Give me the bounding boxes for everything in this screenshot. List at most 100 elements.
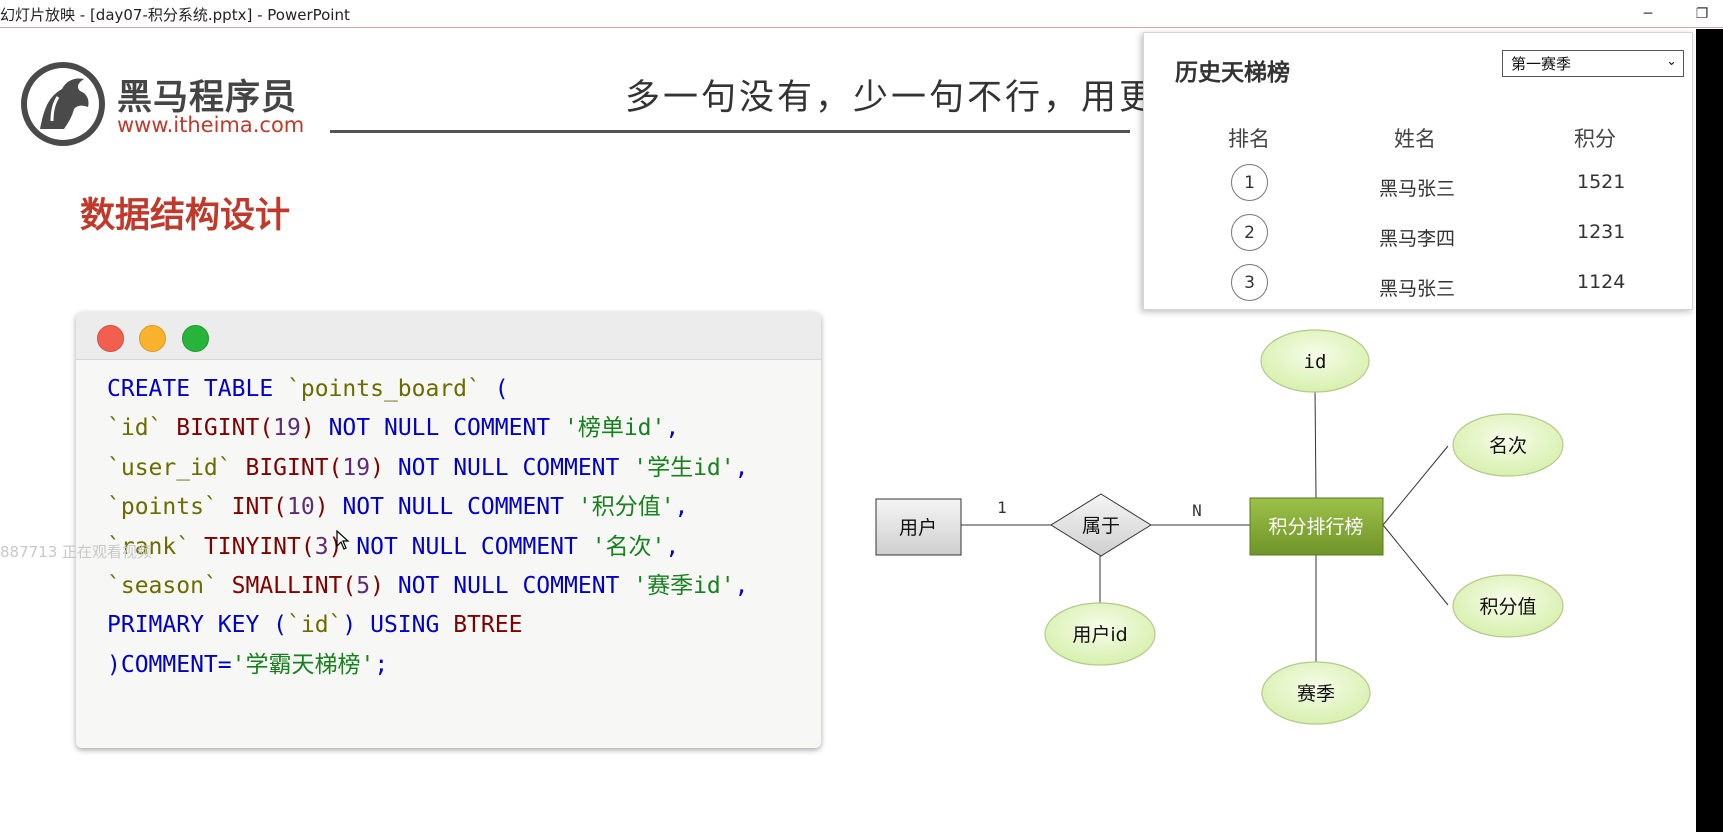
code-token: CREATE TABLE [107,376,288,402]
code-token: `season` [107,573,218,600]
code-line: `season` SMALLINT(5) NOT NULL COMMENT '赛… [107,567,748,606]
code-token: , [734,454,749,481]
chevron-down-icon: ⌄ [1666,54,1677,69]
code-token: PRIMARY KEY ( [107,612,288,639]
code-token: `user_id` [107,454,232,481]
minimize-button[interactable]: ─ [1626,0,1670,27]
er-entity-points-board: 积分排行榜 [1249,497,1384,556]
slogan: 多一句没有，少一句不行，用更 [625,78,1158,118]
season-select[interactable]: 第一赛季 ⌄ [1502,50,1684,77]
minimize-dot-icon [139,325,166,352]
code-line: PRIMARY KEY (`id`) USING BTREE [107,606,748,645]
code-token: '学生id' [633,454,735,481]
logo-horse-icon [21,62,105,146]
viewer-watermark: 887713 正在观看视频 [0,543,153,561]
code-token: BTREE [453,612,523,639]
code-line: )COMMENT='学霸天梯榜'; [107,646,748,685]
code-token: '名次' [591,533,666,560]
er-entity-user: 用户 [875,498,962,556]
code-token: )COMMENT= [107,651,232,678]
mouse-cursor-icon [336,530,350,550]
code-line: `points` INT(10) NOT NULL COMMENT '积分值', [107,488,748,527]
er-cardinality-left: 1 [997,498,1007,517]
er-attr-user-id-label: 用户id [1072,624,1127,646]
code-token: INT( [217,494,288,521]
window-title: 幻灯片放映 - [day07-积分系统.pptx] - PowerPoint [0,6,350,24]
code-line: CREATE TABLE `points_board` ( [107,370,748,409]
rank-badge: 1 [1231,164,1268,201]
code-token: ) [370,573,384,600]
row-points: 1231 [1577,221,1626,243]
slide-canvas[interactable]: 黑马程序员 www.itheima.com 多一句没有，少一句不行，用更 数据结… [0,29,1696,832]
column-header-points: 积分 [1574,127,1616,151]
header-divider [330,130,1130,133]
code-token: 19 [342,454,371,481]
code-token: , [665,533,680,560]
column-header-rank: 排名 [1228,127,1270,151]
code-token: ( [480,376,509,402]
er-diagram: 用户 属于 1 N 积分排行榜 id 名次 积分值 赛季 用户id [875,329,1564,725]
window-titlebar: 幻灯片放映 - [day07-积分系统.pptx] - PowerPoint ─… [0,0,1723,28]
code-token: 5 [356,573,371,600]
er-attr-id: id [1260,329,1370,393]
code-token: ) [300,415,315,442]
er-cardinality-right: N [1192,501,1202,520]
code-token: NOT NULL COMMENT [383,454,634,481]
er-attr-rank: 名次 [1452,413,1564,477]
code-line: `rank` TINYINT(3) NOT NULL COMMENT '名次', [107,528,748,567]
code-line: `id` BIGINT(19) NOT NULL COMMENT '榜单id', [107,409,748,448]
sql-code: CREATE TABLE `points_board` (`id` BIGINT… [107,370,748,685]
maximize-dot-icon [182,325,209,352]
er-attr-points: 积分值 [1452,574,1564,638]
code-token: NOT NULL COMMENT [314,415,564,442]
restore-icon: ❐ [1695,5,1709,22]
code-token: `points` [107,494,218,521]
code-token: TINYINT( [190,533,315,560]
rank-badge: 3 [1231,264,1268,301]
close-dot-icon [97,325,124,352]
code-token: '榜单id' [563,415,666,442]
er-attr-id-label: id [1304,351,1327,373]
row-points: 1124 [1577,271,1626,293]
row-name: 黑马张三 [1379,278,1456,300]
code-token: 3 [314,533,329,560]
code-token: , [674,494,689,521]
column-header-name: 姓名 [1394,127,1436,151]
code-token: BIGINT( [162,415,274,442]
logo-url: www.itheima.com [117,113,305,137]
leaderboard-title: 历史天梯榜 [1175,60,1290,86]
code-token: 10 [287,494,315,521]
code-token: NOT NULL COMMENT [328,494,578,521]
powerpoint-window: 幻灯片放映 - [day07-积分系统.pptx] - PowerPoint ─… [0,0,1723,832]
code-token: `id` [107,415,163,442]
code-token: '赛季id' [633,573,735,600]
rank-badge: 2 [1231,214,1268,251]
code-window: CREATE TABLE `points_board` (`id` BIGINT… [76,312,821,748]
row-name: 黑马张三 [1379,178,1456,200]
code-token: `points_board` [287,376,481,402]
code-token: `id` [287,612,343,639]
code-token: , [665,415,680,442]
code-token: ) USING [342,612,454,639]
er-attr-season: 赛季 [1261,661,1371,725]
code-token: NOT NULL COMMENT [383,573,634,600]
code-token: '学霸天梯榜' [231,651,375,678]
season-select-value: 第一赛季 [1511,55,1572,73]
section-title: 数据结构设计 [80,196,291,236]
code-token: ) [314,494,329,521]
code-line: `user_id` BIGINT(19) NOT NULL COMMENT '学… [107,449,748,488]
slide-edge-bar [1696,29,1723,832]
row-points: 1521 [1577,171,1626,193]
code-token: , [734,573,749,600]
row-name: 黑马李四 [1379,228,1456,250]
code-window-header [76,312,821,360]
restore-button[interactable]: ❐ [1680,0,1723,27]
er-relation-label: 属于 [1082,515,1120,537]
er-attr-rank-label: 名次 [1489,435,1527,457]
er-attr-points-label: 积分值 [1479,596,1536,618]
er-relation-belongs: 属于 [1050,493,1152,557]
minimize-icon: ─ [1643,5,1653,22]
code-token: SMALLINT( [217,573,357,600]
code-token: NOT NULL COMMENT [342,533,592,560]
code-token: BIGINT( [231,454,343,481]
